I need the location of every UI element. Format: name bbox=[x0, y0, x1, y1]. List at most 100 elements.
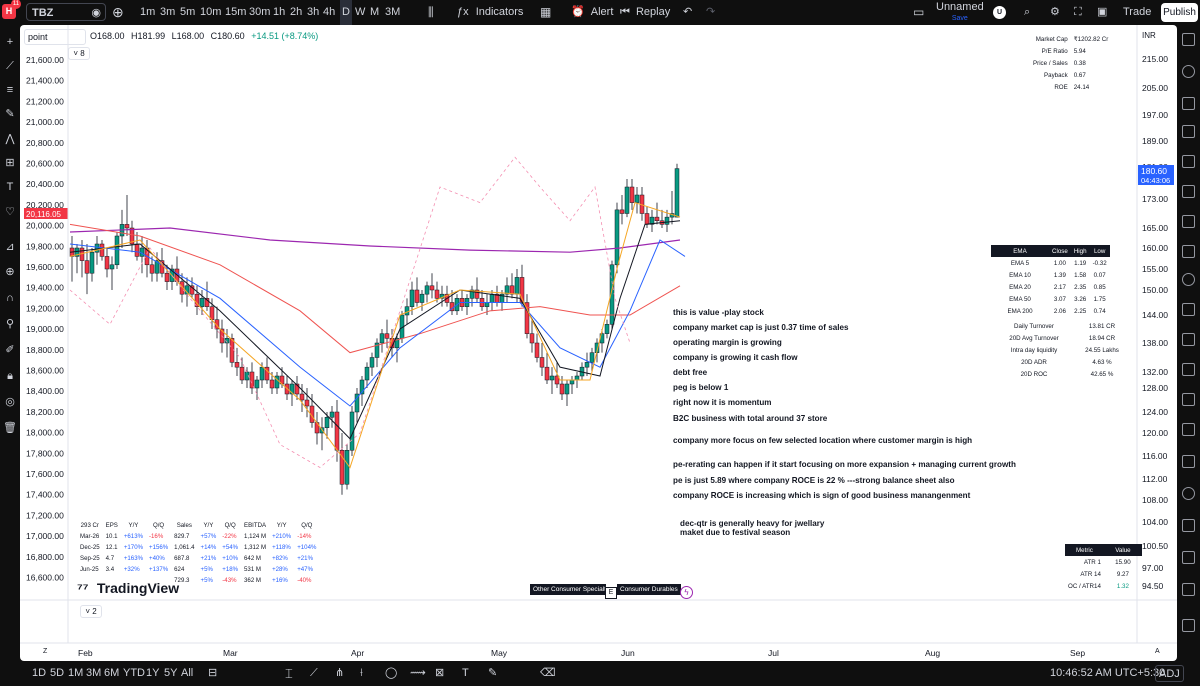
help-icon[interactable] bbox=[1182, 487, 1195, 500]
layout-save[interactable]: Save bbox=[936, 13, 984, 25]
indicators-button[interactable]: ƒx Indicators bbox=[457, 0, 523, 25]
timeframe-1h[interactable]: 1h bbox=[273, 0, 285, 25]
undo-icon[interactable]: ↶ bbox=[683, 0, 692, 25]
fib-icon[interactable]: ≡ bbox=[3, 83, 17, 97]
timeframe-1m[interactable]: 1m bbox=[140, 0, 155, 25]
trade-button[interactable]: Trade bbox=[1123, 0, 1151, 25]
layout-select-icon[interactable]: ▭ bbox=[913, 0, 924, 25]
range-all[interactable]: All bbox=[181, 661, 193, 686]
layout-name[interactable]: Unnamed Save bbox=[936, 1, 984, 26]
bottom-circle-icon[interactable]: ◯ bbox=[385, 661, 397, 686]
range-1d[interactable]: 1D bbox=[32, 661, 46, 686]
alerts-clock-icon[interactable] bbox=[1182, 65, 1195, 78]
currency-label[interactable]: INR bbox=[1142, 31, 1156, 40]
sector-tag-secondary[interactable]: Consumer Durables bbox=[617, 584, 681, 595]
data-window-icon[interactable] bbox=[1182, 97, 1195, 110]
magnet-icon[interactable]: ∩ bbox=[3, 291, 17, 305]
broadcast-icon[interactable] bbox=[1182, 273, 1195, 286]
range-ytd[interactable]: YTD bbox=[123, 661, 145, 686]
templates-icon[interactable]: ▦ bbox=[540, 0, 551, 25]
bottom-delete-icon[interactable]: ⌫ bbox=[540, 661, 556, 686]
range-5d[interactable]: 5D bbox=[50, 661, 64, 686]
range-3m[interactable]: 3M bbox=[86, 661, 101, 686]
chat-icon[interactable] bbox=[1182, 125, 1195, 138]
earnings-badge[interactable]: E bbox=[605, 587, 617, 599]
pane2-toggle[interactable]: ˅ 2 bbox=[80, 605, 102, 618]
trash-icon[interactable]: 🗑︎ bbox=[3, 421, 17, 435]
brush-icon[interactable]: ✎ bbox=[3, 107, 17, 121]
trendline-icon[interactable]: ⟋ bbox=[3, 59, 17, 73]
watchlist-icon[interactable] bbox=[1182, 33, 1195, 46]
timeframe-5m[interactable]: 5m bbox=[180, 0, 195, 25]
forecast-icon[interactable]: ⊞ bbox=[3, 156, 17, 170]
notifications-icon[interactable] bbox=[1182, 423, 1195, 436]
eye-icon[interactable]: ◎ bbox=[3, 395, 17, 409]
symbol-menu-icon[interactable]: ◉ bbox=[91, 4, 101, 22]
chart-canvas[interactable]: point O168.00 H181.99 L168.00 C180.60 +1… bbox=[20, 25, 1177, 661]
fullscreen-icon[interactable]: ⛶ bbox=[1074, 0, 1082, 25]
adjust-toggle[interactable]: ADJ bbox=[1155, 665, 1184, 682]
bottom-pattern-icon[interactable]: ⋔ bbox=[335, 661, 344, 686]
timeframe-3M[interactable]: 3M bbox=[385, 0, 400, 25]
time-axis-zoom-label[interactable]: Z bbox=[43, 648, 47, 655]
news-icon[interactable] bbox=[1182, 215, 1195, 228]
notes-icon[interactable] bbox=[1182, 393, 1195, 406]
sector-tag-primary[interactable]: Other Consumer Specialties bbox=[530, 584, 606, 595]
more-widgets-icon[interactable] bbox=[1182, 619, 1195, 632]
bottom-cursor-icon[interactable]: ⌶ bbox=[285, 661, 293, 686]
clock-readout[interactable]: 10:46:52 AM UTC+5:30 bbox=[1050, 661, 1165, 686]
bottom-measure-icon[interactable]: ⟊ bbox=[360, 661, 363, 686]
bottom-rect-icon[interactable]: ⊠ bbox=[435, 661, 444, 686]
range-6m[interactable]: 6M bbox=[104, 661, 119, 686]
goto-date-icon[interactable]: ⊟ bbox=[208, 661, 217, 686]
timeframe-10m[interactable]: 10m bbox=[200, 0, 221, 25]
timeframe-W[interactable]: W bbox=[355, 0, 365, 25]
quick-search-icon[interactable]: ⌕ bbox=[1024, 0, 1030, 25]
dividend-flash-icon[interactable]: ϟ bbox=[680, 586, 693, 599]
timeframe-M[interactable]: M bbox=[370, 0, 379, 25]
lock-drawing-icon[interactable]: ⚲ bbox=[3, 317, 17, 331]
object-tree-icon[interactable] bbox=[1182, 583, 1195, 596]
range-5y[interactable]: 5Y bbox=[164, 661, 177, 686]
timeframe-15m[interactable]: 15m bbox=[225, 0, 246, 25]
timeframe-2h[interactable]: 2h bbox=[290, 0, 302, 25]
range-1m[interactable]: 1M bbox=[68, 661, 83, 686]
layouts-icon[interactable] bbox=[1182, 551, 1195, 564]
zoom-in-icon[interactable]: ⊕ bbox=[3, 265, 17, 279]
hotlist-icon[interactable] bbox=[1182, 245, 1195, 258]
chart-type-icon[interactable]: ⫼ bbox=[428, 0, 434, 25]
community-icon[interactable] bbox=[1182, 455, 1195, 468]
timeframe-3h[interactable]: 3h bbox=[307, 0, 319, 25]
bottom-text-icon[interactable]: T bbox=[462, 661, 469, 686]
bottom-trend-icon[interactable]: ⟋ bbox=[310, 661, 318, 686]
text-tool-icon[interactable]: T bbox=[3, 180, 17, 194]
timeframe-3m[interactable]: 3m bbox=[160, 0, 175, 25]
timeframe-4h[interactable]: 4h bbox=[323, 0, 335, 25]
time-axis-auto-label[interactable]: A bbox=[1155, 648, 1160, 655]
replay-button[interactable]: ⏮ Replay bbox=[620, 0, 670, 25]
messages-icon[interactable] bbox=[1182, 363, 1195, 376]
alert-button[interactable]: ⏰ Alert bbox=[571, 0, 613, 25]
pattern-icon[interactable]: ⋀ bbox=[3, 132, 17, 146]
app-logo-icon[interactable]: H 11 bbox=[2, 0, 21, 25]
publish-button[interactable]: Publish bbox=[1161, 3, 1198, 22]
keep-drawing-icon[interactable]: ✐ bbox=[3, 343, 17, 357]
settings-gear-icon[interactable]: ⚙ bbox=[1050, 0, 1060, 25]
timeframe-30m[interactable]: 30m bbox=[249, 0, 270, 25]
bottom-pen-icon[interactable]: ✎ bbox=[488, 661, 497, 686]
bottom-path-icon[interactable]: ⟿ bbox=[410, 661, 426, 686]
favorite-heart-icon[interactable]: ♡ bbox=[3, 205, 17, 219]
lock-icon[interactable]: 🔒︎ bbox=[3, 369, 17, 383]
ruler-icon[interactable]: ⊿ bbox=[3, 240, 17, 254]
camera-icon[interactable]: ▣ bbox=[1097, 0, 1107, 25]
range-1y[interactable]: 1Y bbox=[146, 661, 159, 686]
redo-icon[interactable]: ↷ bbox=[706, 0, 715, 25]
timeframe-D[interactable]: D bbox=[340, 0, 352, 25]
tv-icon[interactable] bbox=[1182, 519, 1195, 532]
ideas-icon[interactable] bbox=[1182, 155, 1195, 168]
pine-editor-icon[interactable] bbox=[1182, 333, 1195, 346]
screener-icon[interactable] bbox=[1182, 303, 1195, 316]
symbol-search[interactable]: TBZ ◉ bbox=[26, 3, 106, 21]
calendar-icon[interactable] bbox=[1182, 185, 1195, 198]
user-avatar[interactable]: U bbox=[993, 6, 1006, 19]
